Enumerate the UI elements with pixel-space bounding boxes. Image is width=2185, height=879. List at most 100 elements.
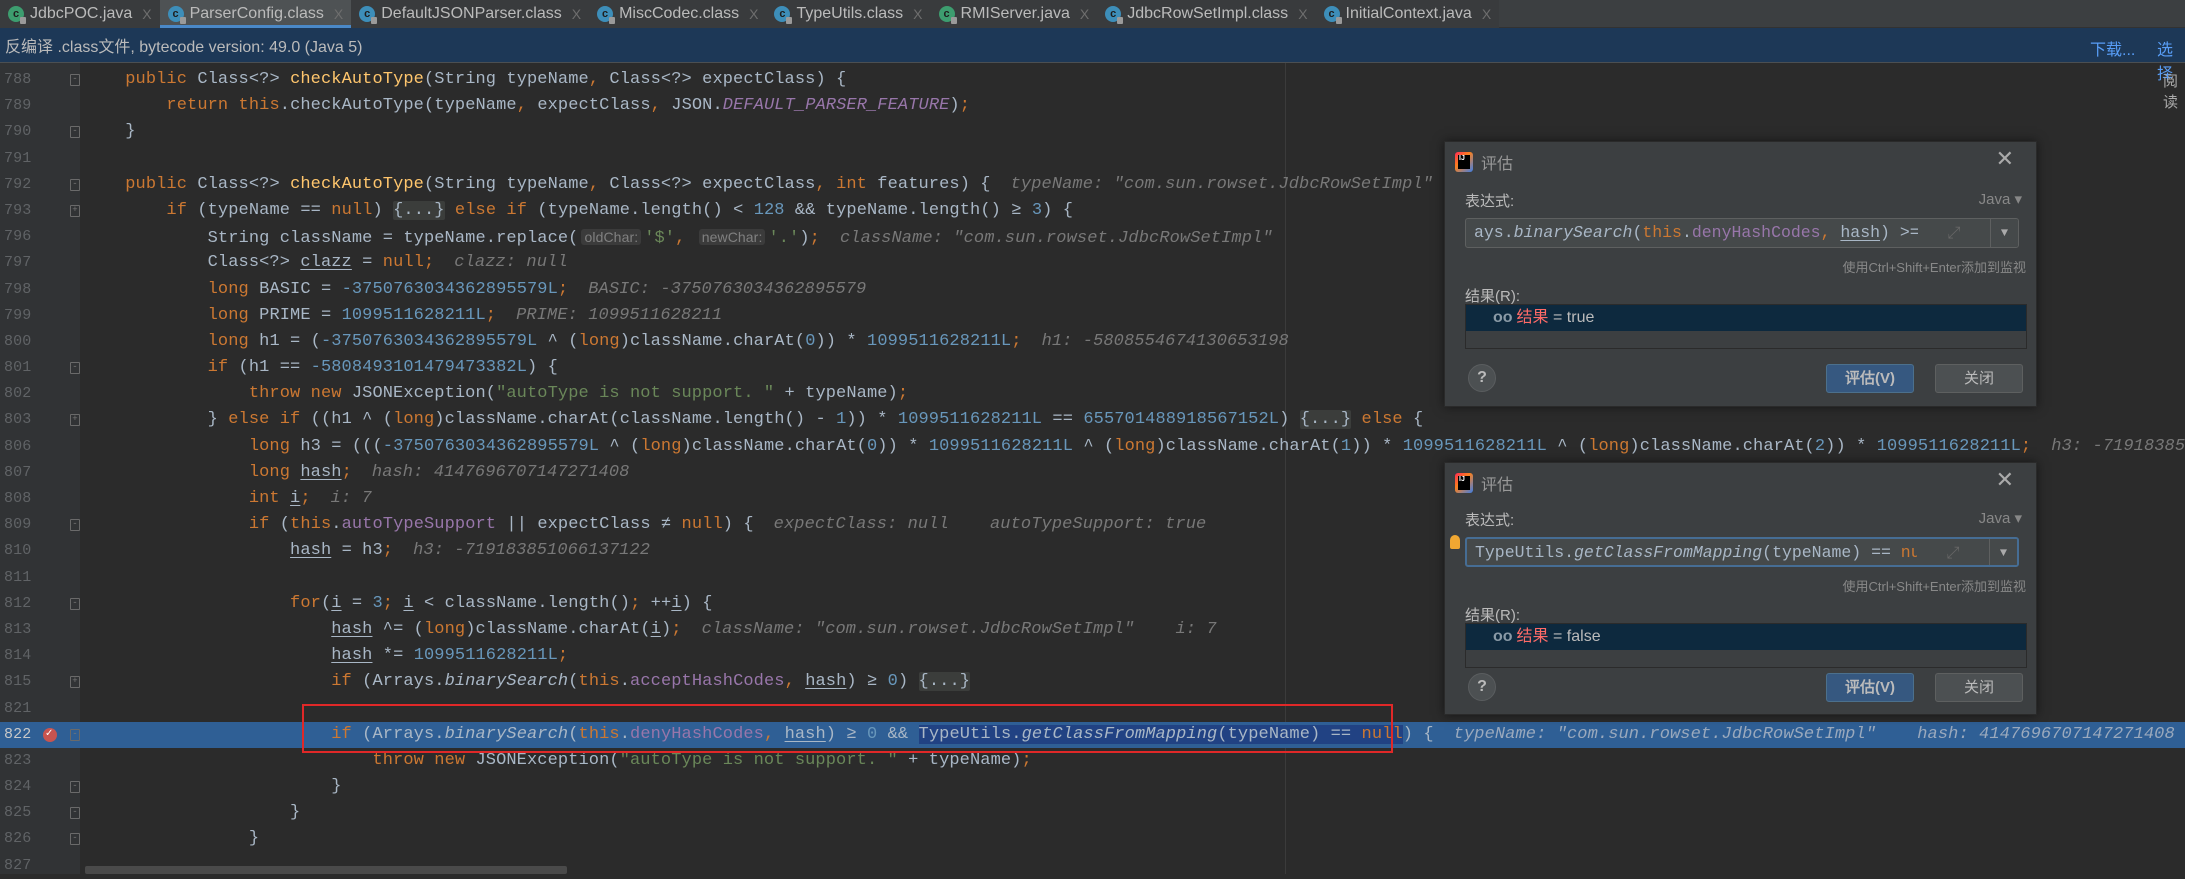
fold-expand-icon[interactable]: + (70, 204, 80, 217)
fold-collapse-icon[interactable]: - (70, 126, 80, 139)
fold-expand-icon[interactable]: + (70, 414, 80, 427)
line-number[interactable]: 791 (4, 146, 44, 172)
language-value: Java (1978, 191, 2011, 208)
dialog-title-bar[interactable]: IJ 评估 (1455, 471, 1513, 495)
help-button[interactable]: ? (1468, 364, 1496, 392)
line-number[interactable]: 808 (4, 486, 44, 512)
fold-collapse-icon[interactable]: - (70, 597, 80, 610)
line-number[interactable]: 821 (4, 696, 44, 722)
code-token: (Arrays. (351, 672, 445, 692)
fold-collapse-icon[interactable]: - (70, 362, 80, 375)
line-number[interactable]: 790 (4, 119, 44, 145)
line-number[interactable]: 792 (4, 172, 44, 198)
folded-block[interactable]: {...} (393, 200, 445, 220)
fold-collapse-icon[interactable]: - (70, 519, 80, 532)
fold-expand-icon[interactable]: + (70, 676, 80, 689)
line-number[interactable]: 810 (4, 538, 44, 564)
fold-collapse-icon[interactable]: - (70, 781, 80, 794)
breakpoint-icon[interactable] (43, 722, 57, 748)
tab-initialcontext-java[interactable]: c InitialContext.java X (1315, 0, 1500, 28)
line-number[interactable]: 796 (4, 224, 44, 250)
evaluate-button[interactable]: 评估(V) (1826, 673, 1914, 702)
tab-jdbcrowsetimpl-class[interactable]: c JdbcRowSetImpl.class X (1097, 0, 1316, 28)
tab-jdbcpoc-java[interactable]: c JdbcPOC.java X (0, 0, 160, 28)
expression-input[interactable]: ays.binarySearch(this.denyHashCodes, has… (1465, 218, 2019, 248)
fold-collapse-icon[interactable]: - (70, 74, 80, 86)
history-dropdown-icon[interactable]: ▼ (1990, 219, 2018, 247)
history-dropdown-icon[interactable]: ▼ (1989, 539, 2017, 565)
keyword: else if (454, 200, 528, 220)
close-tab-icon[interactable]: X (913, 6, 922, 22)
line-number[interactable]: 802 (4, 381, 44, 407)
tab-parserconfig-class[interactable]: c ParserConfig.class X (159, 0, 352, 28)
info-text: 反编译 .class文件, bytecode version: 49.0 (Ja… (5, 39, 363, 56)
language-dropdown[interactable]: Java ▾ (1979, 509, 2022, 527)
line-number[interactable]: 789 (4, 93, 44, 119)
line-number[interactable]: 799 (4, 303, 44, 329)
line-number[interactable]: 803 (4, 407, 44, 433)
tab-typeutils-class[interactable]: c TypeUtils.class X (766, 0, 931, 28)
line-number[interactable]: 823 (4, 748, 44, 774)
close-tab-icon[interactable]: X (142, 6, 151, 22)
line-number[interactable]: 824 (4, 774, 44, 800)
close-tab-icon[interactable]: X (572, 6, 581, 22)
line-number[interactable]: 812 (4, 591, 44, 617)
horizontal-scrollbar[interactable] (85, 866, 567, 874)
close-tab-icon[interactable]: X (334, 6, 343, 22)
result-tree[interactable]: oo 结果 = true (1465, 304, 2027, 349)
help-button[interactable]: ? (1468, 673, 1496, 701)
code-token: ((h1 ^ ( (300, 410, 394, 430)
line-number[interactable]: 788 (4, 67, 44, 93)
line-number[interactable]: 797 (4, 250, 44, 276)
close-button[interactable]: 关闭 (1935, 673, 2023, 702)
download-sources-link[interactable]: 下载... (2090, 36, 2135, 60)
expression-input[interactable]: TypeUtils.getClassFromMapping(typeName) … (1465, 537, 2019, 567)
close-button[interactable]: 关闭 (1935, 364, 2023, 393)
evaluate-button[interactable]: 评估(V) (1826, 364, 1914, 393)
fold-collapse-icon[interactable]: - (70, 178, 80, 191)
inline-debug-value: expectClass: null autoTypeSupport: true (773, 515, 1207, 535)
line-number[interactable]: 798 (4, 277, 44, 303)
line-number[interactable]: 826 (4, 826, 44, 852)
fold-collapse-icon[interactable]: - (70, 833, 80, 846)
reader-mode-toggle[interactable]: 阅读 (2163, 70, 2185, 112)
close-tab-icon[interactable]: X (1482, 6, 1491, 22)
result-row[interactable]: oo 结果 = false (1466, 624, 2026, 650)
line-number[interactable]: 825 (4, 800, 44, 826)
line-number[interactable]: 822 (4, 722, 44, 748)
line-number[interactable]: 813 (4, 617, 44, 643)
expand-icon[interactable]: ⤢ (1918, 219, 1990, 247)
dialog-title-bar[interactable]: IJ 评估 (1455, 150, 1513, 174)
expression-token: , (1820, 223, 1841, 242)
code-token: ) (660, 619, 672, 639)
line-number[interactable]: 801 (4, 355, 44, 381)
close-tab-icon[interactable]: X (1080, 6, 1089, 22)
lightbulb-icon[interactable] (1450, 535, 1460, 549)
close-icon[interactable]: ✕ (1996, 146, 2014, 172)
code-token: ) { (1042, 200, 1074, 220)
result-row[interactable]: oo 结果 = true (1466, 305, 2026, 331)
tab-defaultjsonparser-class[interactable]: c DefaultJSONParser.class X (351, 0, 590, 28)
language-dropdown[interactable]: Java ▾ (1979, 190, 2022, 208)
tab-misccodec-class[interactable]: c MiscCodec.class X (589, 0, 767, 28)
folded-block[interactable]: {...} (1299, 410, 1352, 430)
tab-rmiserver-java[interactable]: c RMIServer.java X (930, 0, 1098, 28)
close-icon[interactable]: ✕ (1996, 467, 2014, 493)
expand-icon[interactable]: ⤢ (1917, 539, 1989, 565)
result-tree[interactable]: oo 结果 = false (1465, 623, 2027, 668)
line-number[interactable]: 800 (4, 329, 44, 355)
folded-block[interactable]: {...} (918, 672, 971, 692)
line-number[interactable]: 809 (4, 512, 44, 538)
line-number[interactable]: 814 (4, 643, 44, 669)
close-tab-icon[interactable]: X (749, 6, 758, 22)
line-number[interactable]: 811 (4, 565, 44, 591)
close-tab-icon[interactable]: X (1298, 6, 1307, 22)
line-number[interactable]: 793 (4, 198, 44, 224)
fold-collapse-icon[interactable]: - (70, 807, 80, 820)
line-number[interactable]: 807 (4, 460, 44, 486)
line-number[interactable]: 815 (4, 669, 44, 695)
line-number[interactable]: 827 (4, 853, 44, 879)
code-token: )className.charAt( (465, 619, 651, 639)
fold-collapse-icon[interactable]: - (70, 728, 80, 741)
line-number[interactable]: 806 (4, 434, 44, 460)
